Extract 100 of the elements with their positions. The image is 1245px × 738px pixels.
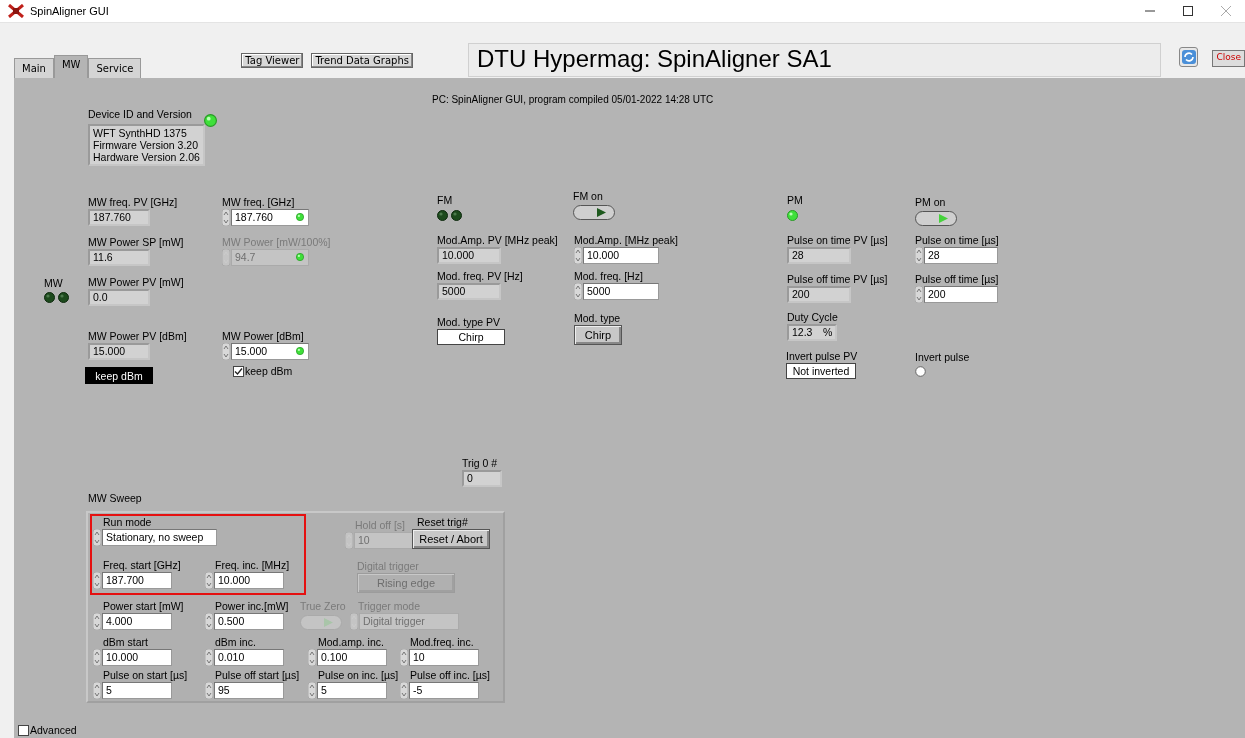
spinner-arrows[interactable] — [400, 682, 408, 699]
value-display: 11.6 — [88, 249, 150, 266]
spinner-arrows[interactable] — [205, 613, 213, 630]
tab[interactable]: MW — [53, 55, 89, 78]
field-label: Pulse on inc. [µs] — [318, 669, 399, 682]
spinner-arrows[interactable] — [222, 249, 230, 266]
field-label: Duty Cycle — [787, 311, 838, 324]
field-label: Pulse off inc. [µs] — [410, 669, 490, 682]
field-label: MW Power PV [dBm] — [88, 330, 187, 343]
number-field[interactable]: 5 — [102, 682, 172, 699]
spinner-arrows[interactable] — [93, 682, 101, 699]
spinner-arrows[interactable] — [205, 649, 213, 666]
number-field[interactable]: 95 — [214, 682, 284, 699]
field-label: Trig 0 # — [462, 457, 498, 470]
spinner-arrows[interactable] — [222, 209, 230, 226]
field-label: Run mode — [103, 516, 152, 529]
number-field[interactable]: 10.000 — [214, 572, 284, 589]
checkbox-label: keep dBm — [245, 365, 293, 377]
spinner-arrows[interactable] — [350, 613, 358, 630]
field-label: MW Power SP [mW] — [88, 236, 184, 249]
number-field[interactable]: 187.700 — [102, 572, 172, 589]
field-label: MW Power [dBm] — [222, 330, 304, 343]
spinner-arrows[interactable] — [574, 283, 582, 300]
field-label: MW freq. [GHz] — [222, 196, 295, 209]
field-label: Mod. freq. [Hz] — [574, 270, 643, 283]
push-button[interactable]: Chirp — [574, 325, 622, 345]
number-field[interactable]: 187.760 — [231, 209, 309, 226]
spinner-arrows[interactable] — [308, 682, 316, 699]
compile-info: PC: SpinAligner GUI, program compiled 05/01-2022 14:28 UTC — [432, 94, 714, 105]
number-field[interactable]: 4.000 — [102, 613, 172, 630]
number-field[interactable]: 5000 — [583, 283, 659, 300]
field-label: Mod.freq. inc. — [410, 636, 474, 649]
number-field[interactable]: 200 — [924, 286, 998, 303]
spinner-arrows[interactable] — [205, 682, 213, 699]
spinner-arrows[interactable] — [93, 529, 101, 546]
field-label: MW Power PV [mW] — [88, 276, 184, 289]
toolbar-button[interactable]: Tag Viewer — [241, 53, 304, 68]
number-field[interactable]: Stationary, no sweep — [102, 529, 217, 546]
group-title: MW Sweep — [88, 492, 142, 504]
value-display: 28 — [787, 247, 851, 264]
checkbox[interactable] — [233, 365, 244, 377]
panel-title: DTU Hypermag: SpinAligner SA1 — [467, 43, 1161, 77]
number-field[interactable]: -5 — [409, 682, 479, 699]
toggle-switch[interactable] — [915, 211, 957, 226]
field-label: Power inc.[mW] — [215, 600, 289, 613]
field-label: Mod.Amp. PV [MHz peak] — [437, 234, 558, 247]
spinner-arrows[interactable] — [222, 343, 230, 360]
field-label: dBm inc. — [215, 636, 256, 649]
window-title: SpinAligner GUI — [30, 5, 109, 17]
spinner-arrows[interactable] — [345, 532, 353, 549]
value-display: 12.3 % — [787, 324, 837, 341]
field-label: Freq. start [GHz] — [103, 559, 181, 572]
spinner-arrows[interactable] — [308, 649, 316, 666]
field-label: dBm start — [103, 636, 148, 649]
number-field[interactable]: 15.000 — [231, 343, 309, 360]
tab[interactable]: Main — [14, 58, 54, 78]
tab[interactable]: Service — [88, 58, 142, 78]
refresh-icon — [1181, 50, 1196, 64]
number-field[interactable]: 0.500 — [214, 613, 284, 630]
maximize-icon[interactable] — [1183, 6, 1193, 16]
push-button[interactable]: Reset / Abort — [412, 529, 490, 549]
spinner-arrows[interactable] — [93, 649, 101, 666]
field-label: FM — [437, 194, 453, 207]
text-display: Not inverted — [786, 363, 856, 379]
spinner-arrows[interactable] — [574, 247, 582, 264]
field-label: Invert pulse PV — [786, 350, 858, 363]
field-label: PM on — [915, 196, 946, 209]
radio-button[interactable] — [915, 366, 926, 377]
field-label: Pulse off time [µs] — [915, 273, 999, 286]
field-label: Power start [mW] — [103, 600, 184, 613]
close-icon[interactable] — [1221, 6, 1231, 16]
field-label: Mod.amp. inc. — [318, 636, 384, 649]
field-label: Pulse on time PV [µs] — [787, 234, 888, 247]
number-field[interactable]: 5 — [317, 682, 387, 699]
field-label: Pulse off start [µs] — [215, 669, 300, 682]
checkbox[interactable] — [18, 724, 29, 736]
number-field[interactable]: 10.000 — [102, 649, 172, 666]
refresh-button[interactable] — [1178, 47, 1199, 67]
spinner-arrows[interactable] — [205, 572, 213, 589]
value-display: 187.760 — [88, 209, 150, 226]
field-label: Mod. freq. PV [Hz] — [437, 270, 523, 283]
toolbar-button[interactable]: Trend Data Graphs — [311, 53, 413, 68]
spinner-arrows[interactable] — [915, 286, 923, 303]
toggle-switch[interactable] — [573, 205, 615, 220]
field-label: PM — [787, 194, 803, 207]
spinner-arrows[interactable] — [93, 613, 101, 630]
spinner-arrows[interactable] — [400, 649, 408, 666]
text-display: Chirp — [437, 329, 505, 345]
value-display: 0 — [462, 470, 502, 487]
number-field[interactable]: 10 — [409, 649, 479, 666]
field-label: Mod. type PV — [437, 316, 501, 329]
number-field[interactable]: 28 — [924, 247, 998, 264]
field-label: Reset trig# — [417, 516, 468, 529]
number-field[interactable]: 10.000 — [583, 247, 659, 264]
number-field[interactable]: 0.100 — [317, 649, 387, 666]
number-field[interactable]: 0.010 — [214, 649, 284, 666]
close-button[interactable]: Close — [1212, 50, 1245, 67]
spinner-arrows[interactable] — [915, 247, 923, 264]
value-display: 15.000 — [88, 343, 150, 360]
spinner-arrows[interactable] — [93, 572, 101, 589]
